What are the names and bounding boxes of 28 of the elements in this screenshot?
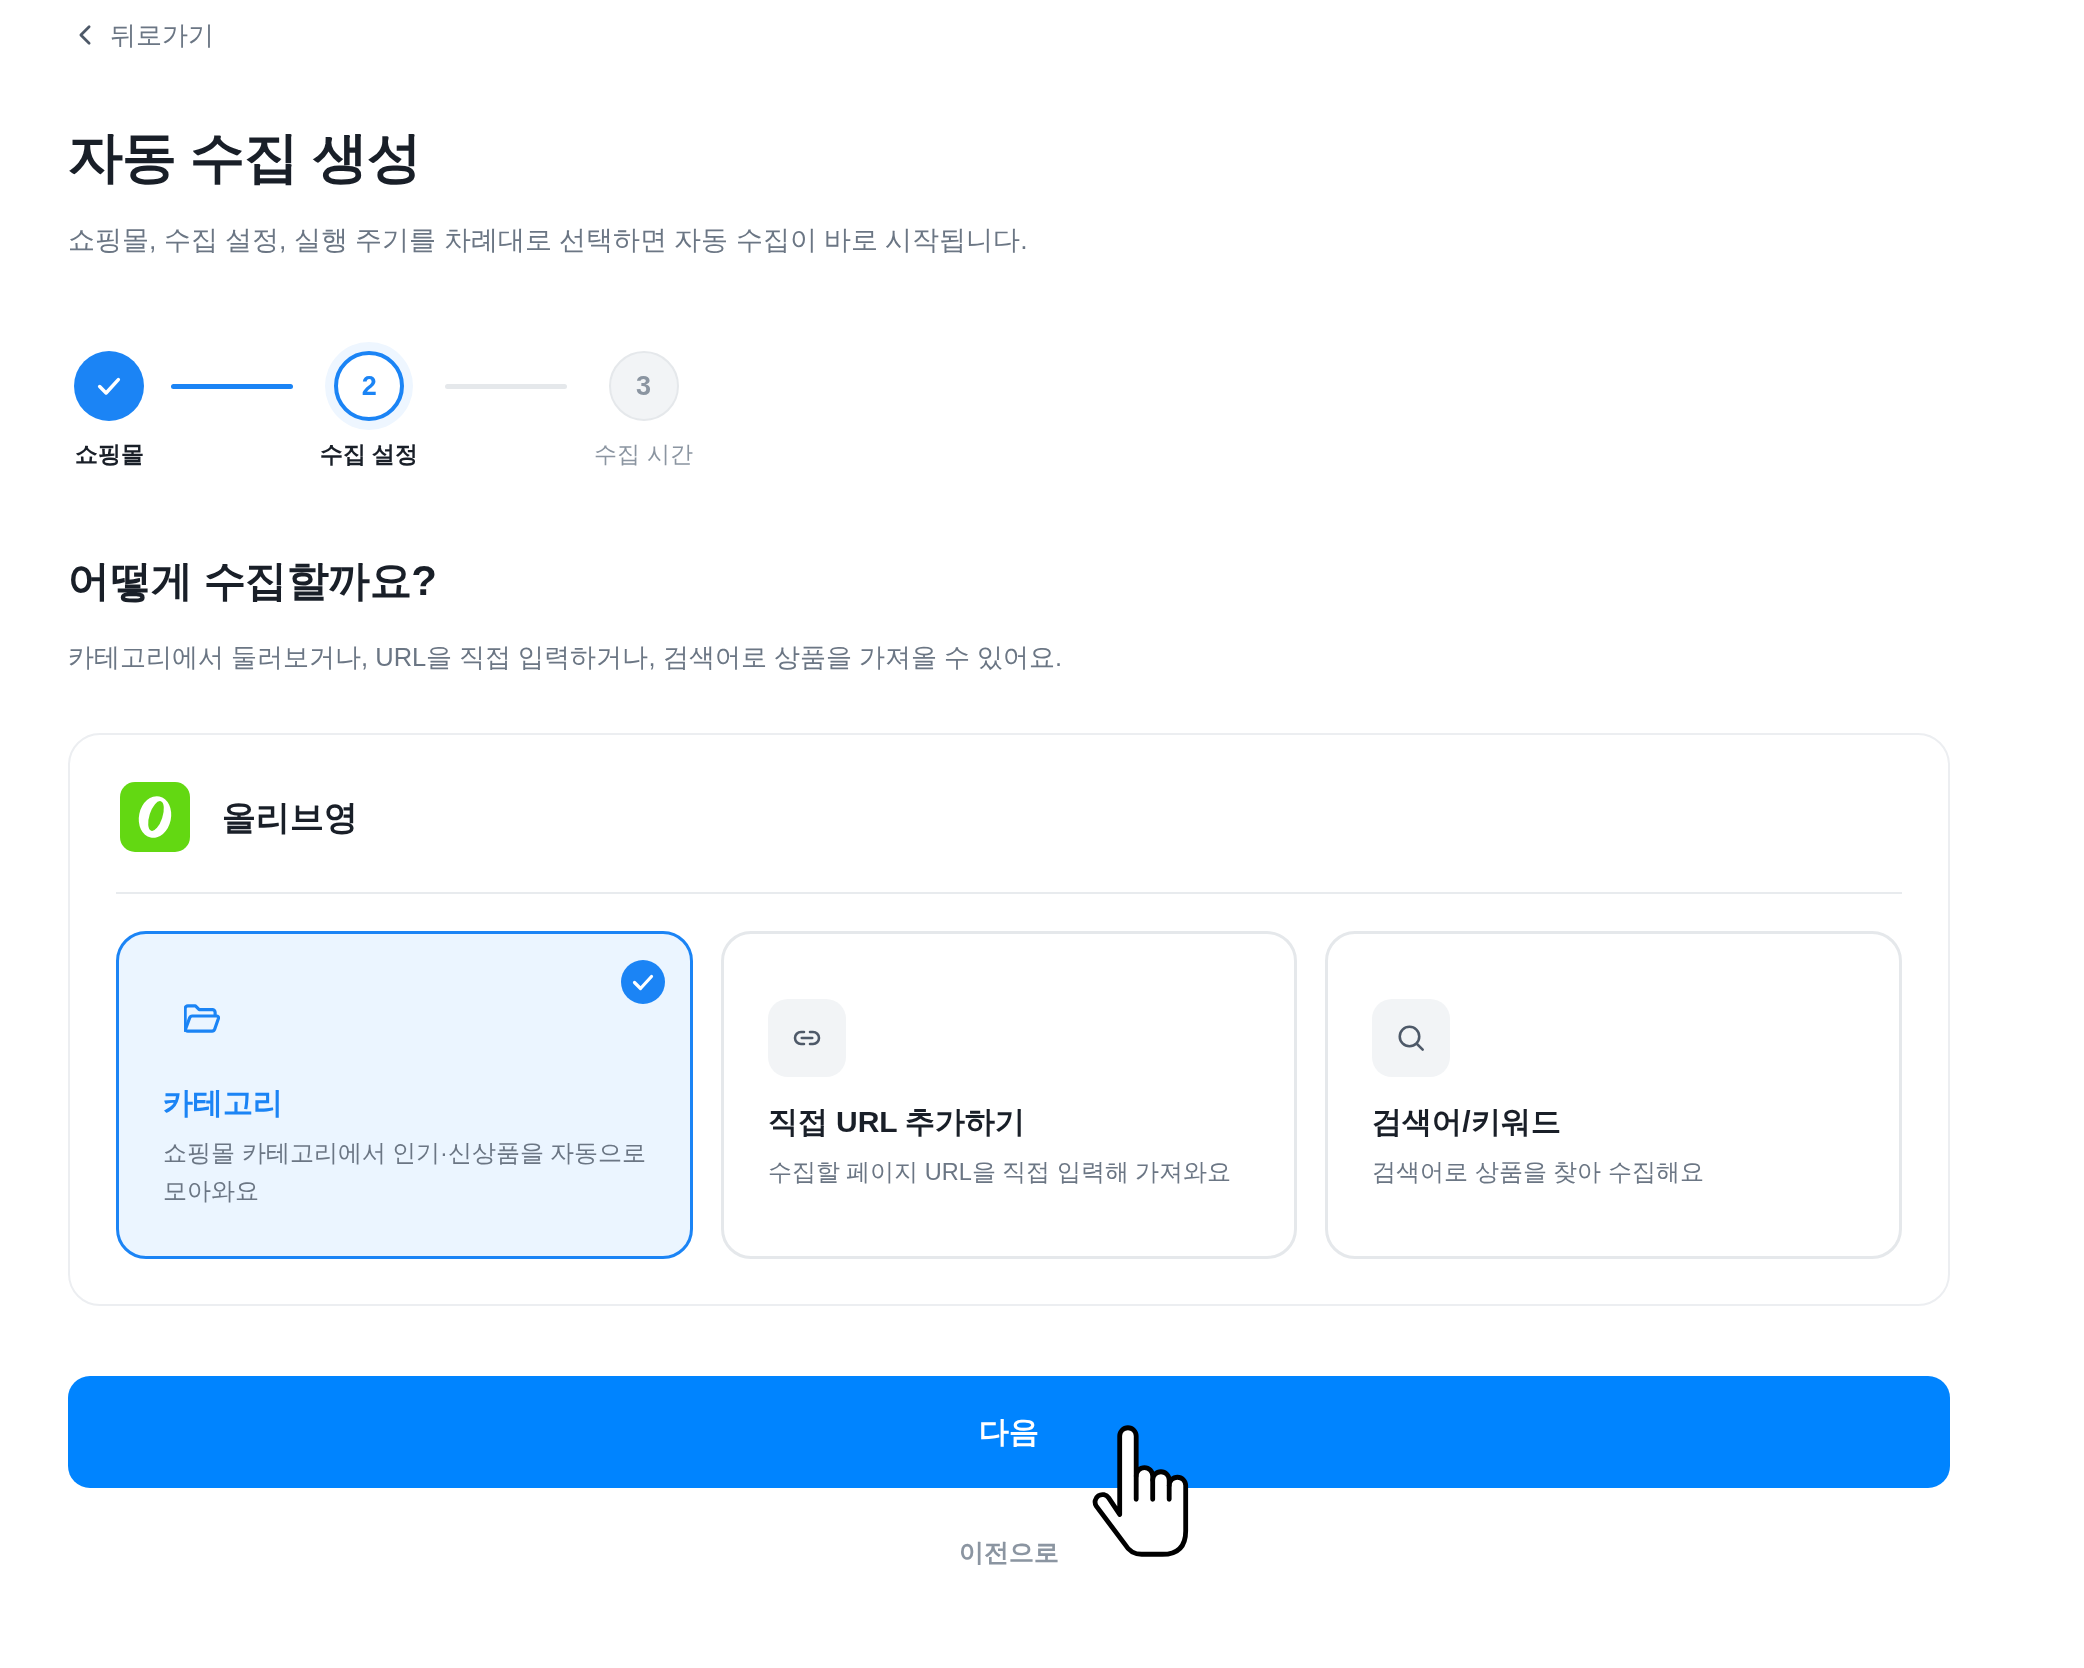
step-label: 쇼핑몰 [74,440,144,469]
option-card[interactable]: 카테고리 쇼핑몰 카테고리에서 인기·신상품을 자동으로 모아와요 [116,931,693,1259]
step-label: 수집 설정 [320,440,419,469]
step-label: 수집 시간 [594,440,693,469]
section-description: 카테고리에서 둘러보거나, URL을 직접 입력하거나, 검색어로 상품을 가져올 수 있어요. [68,642,1064,673]
folder-icon [184,1004,220,1034]
page-subtitle: 쇼핑몰, 수집 설정, 실행 주기를 차례대로 선택하면 자동 수집이 바로 시작됩니다. [68,224,1029,257]
option-title: 직접 URL 추가하기 [767,1104,1026,1140]
option-title: 검색어/키워드 [1372,1104,1561,1140]
next-button[interactable]: 다음 [68,1376,1950,1488]
link-icon [767,999,846,1077]
chevron-left-icon [78,24,92,46]
option-description: 쇼핑몰 카테고리에서 인기·신상품을 자동으로 모아와요 [163,1139,648,1206]
option-card[interactable]: 검색어/키워드 검색어로 상품을 찾아 수집해요 [1325,931,1902,1259]
check-badge-icon [620,960,665,1004]
option-description: 수집할 페이지 URL을 직접 입력해 가져와요 [767,1158,1232,1187]
step-indicator: 3 [608,351,679,421]
mall-name: 올리브영 [222,797,358,838]
back-link[interactable]: 뒤로가기 [78,15,214,55]
section-heading: 어떻게 수집할까요? [68,556,438,606]
previous-link[interactable]: 이전으로 [959,1532,1059,1572]
page-title: 자동 수집 생성 [68,125,422,190]
search-icon [1372,999,1451,1077]
option-title: 카테고리 [163,1085,283,1121]
mall-logo-icon [120,782,190,852]
option-description: 검색어로 상품을 찾아 수집해요 [1372,1158,1704,1187]
hand-cursor-icon [1092,1425,1190,1557]
option-card[interactable]: 직접 URL 추가하기 수집할 페이지 URL을 직접 입력해 가져와요 [720,931,1298,1259]
